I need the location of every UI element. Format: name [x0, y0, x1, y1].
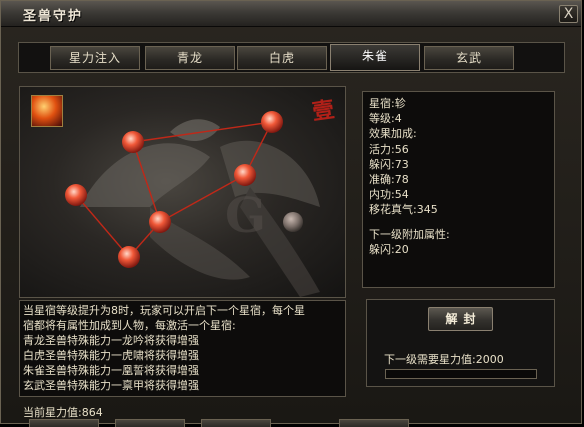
unseal-button[interactable]: 解封: [428, 307, 493, 331]
close-button[interactable]: X: [559, 5, 578, 23]
description-box: 当星宿等级提升为8时，玩家可以开启下一个星宿，每个星 宿都将有属性加成到人物，每…: [19, 300, 346, 397]
stat-dodge: 躲闪:73: [369, 157, 409, 171]
tab-azure-dragon[interactable]: 青龙: [145, 46, 235, 70]
tab-white-tiger[interactable]: 白虎: [237, 46, 327, 70]
power-progress-bar: [385, 369, 537, 379]
description-line: 宿都将有属性加成到人物，每激活一个星宿:: [23, 319, 236, 332]
description-line: 朱雀圣兽特殊能力一凰誓将获得增强: [23, 364, 199, 377]
constellation-level: 等级:4: [369, 112, 402, 126]
effect-header: 效果加成:: [369, 127, 417, 141]
tab-vermilion-bird[interactable]: 朱雀: [330, 44, 420, 71]
current-power: 当前星力值:864: [23, 406, 103, 419]
window-title: 圣兽守护: [23, 9, 84, 24]
unseal-panel: 解封 下一级需要星力值:2000: [366, 299, 555, 387]
star-2[interactable]: [261, 111, 283, 133]
star-6[interactable]: [118, 246, 140, 268]
required-power-label: 下一级需要星力值:2000: [384, 353, 504, 366]
constellation-map: G: [65, 111, 320, 297]
stats-panel: 星宿:轸 等级:4 效果加成: 活力:56 躲闪:73 准确:78 内功:54 …: [362, 91, 555, 288]
next-level-stat: 躲闪:20: [369, 242, 409, 256]
constellation-glyph: 壹: [310, 96, 336, 126]
description-line: 玄武圣兽特殊能力一禀甲将获得增强: [23, 379, 199, 392]
stat-inner-power: 内功:54: [369, 188, 409, 202]
star-5[interactable]: [149, 211, 171, 233]
star-4[interactable]: [65, 184, 87, 206]
description-line: 青龙圣兽特殊能力一龙吟将获得增强: [23, 334, 199, 347]
tab-bar: 星力注入 青龙 白虎 朱雀 玄武: [18, 42, 565, 73]
stat-vitality: 活力:56: [369, 142, 409, 156]
stat-special-qi: 移花真气:345: [369, 203, 438, 217]
constellation-name: 星宿:轸: [369, 97, 406, 110]
description-line: 白虎圣兽特殊能力一虎啸将获得增强: [23, 349, 199, 362]
stat-accuracy: 准确:78: [369, 173, 409, 187]
next-level-header: 下一级附加属性:: [369, 227, 450, 241]
window: 圣兽守护 X 星力注入 青龙 白虎 朱雀 玄武 G 壹 星宿:轸 等级:4 效果…: [0, 0, 582, 427]
phoenix-avatar-icon[interactable]: [31, 95, 63, 127]
star-7-unlit[interactable]: [283, 212, 303, 232]
star-3[interactable]: [234, 164, 256, 186]
watermark: G: [225, 188, 266, 244]
star-1[interactable]: [122, 131, 144, 153]
description-line: 当星宿等级提升为8时，玩家可以开启下一个星宿，每个星: [23, 304, 305, 317]
title-bar[interactable]: 圣兽守护 X: [1, 1, 581, 27]
tab-star-inject[interactable]: 星力注入: [50, 46, 140, 70]
constellation-panel: G 壹: [19, 86, 346, 298]
tab-black-tortoise[interactable]: 玄武: [424, 46, 514, 70]
phoenix-silhouette: [80, 119, 320, 297]
